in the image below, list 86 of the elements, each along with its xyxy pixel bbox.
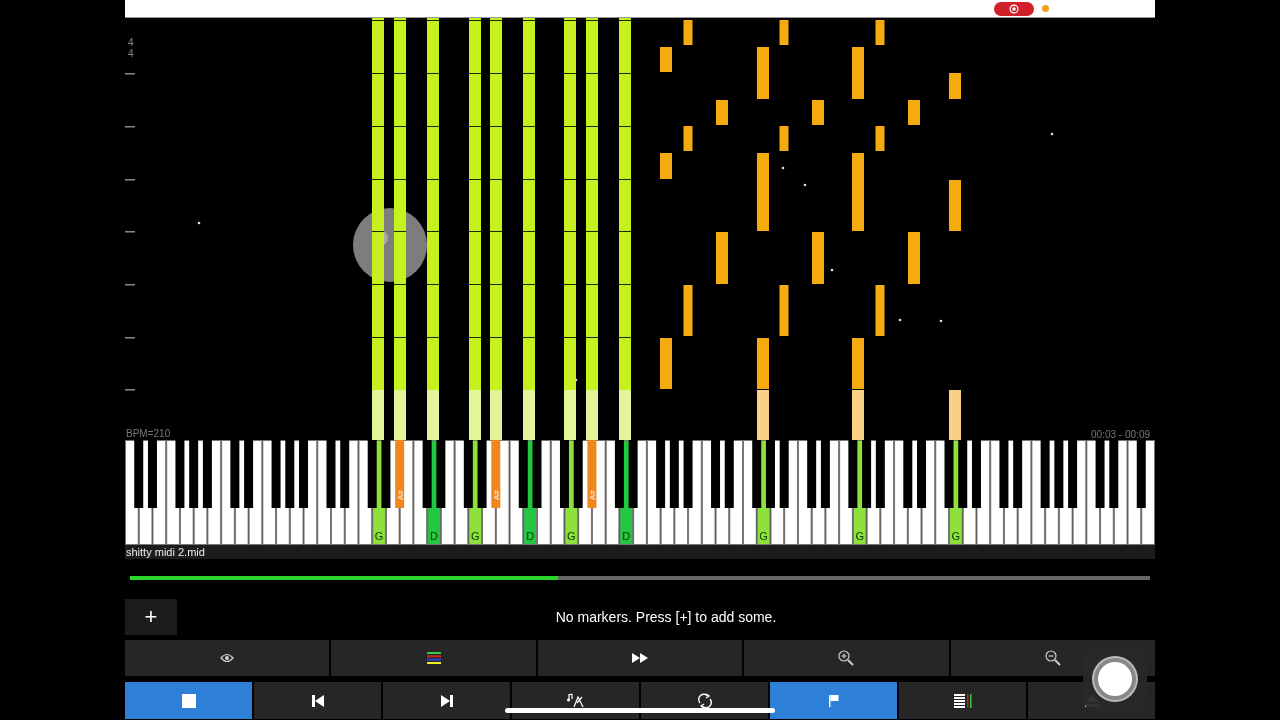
next-button[interactable]: [383, 682, 510, 719]
piano-key[interactable]: [1127, 440, 1142, 545]
recording-indicator[interactable]: [994, 1, 1034, 16]
file-name: shitty midi 2.mid: [125, 546, 205, 558]
key-label: G: [567, 530, 576, 542]
piano-key[interactable]: [1040, 440, 1050, 508]
zoom-in-icon: [838, 650, 855, 666]
piano-key[interactable]: [271, 440, 281, 508]
piano-key[interactable]: [669, 440, 679, 508]
key-label: A#: [395, 490, 405, 500]
key-label: D: [526, 530, 535, 542]
key-label: G: [951, 530, 961, 542]
piano-key[interactable]: [422, 440, 432, 508]
piano-key[interactable]: [917, 440, 927, 508]
piano-key[interactable]: [518, 440, 528, 508]
piano-key[interactable]: [958, 440, 968, 508]
piano-key[interactable]: [436, 440, 446, 508]
piano-key[interactable]: [454, 440, 469, 545]
fast-forward-icon: [632, 653, 648, 663]
piano-key[interactable]: [971, 440, 981, 508]
piano-key[interactable]: [820, 440, 830, 508]
key-label: G: [759, 530, 768, 542]
piano-key[interactable]: [367, 440, 377, 508]
piano-key[interactable]: [559, 440, 569, 508]
piano-key[interactable]: [285, 440, 295, 508]
piano-key[interactable]: [463, 440, 473, 508]
piano-key[interactable]: [1136, 440, 1146, 508]
piano-key[interactable]: [779, 440, 789, 508]
piano-key[interactable]: [1013, 440, 1023, 508]
piano-key[interactable]: [807, 440, 817, 508]
loop-icon: [696, 692, 713, 709]
piano-key[interactable]: [1068, 440, 1078, 508]
piano-key[interactable]: [724, 440, 734, 508]
piano-key[interactable]: [1109, 440, 1119, 508]
piano-key[interactable]: [862, 440, 872, 508]
piano-key[interactable]: [614, 440, 624, 508]
piano-key[interactable]: [147, 440, 157, 508]
piano-key[interactable]: [752, 440, 762, 508]
eye-icon: [220, 653, 235, 663]
piano-key[interactable]: [573, 440, 583, 508]
stop-icon: [181, 693, 196, 708]
piano-key[interactable]: [1054, 440, 1064, 508]
list-button[interactable]: [899, 682, 1026, 719]
key-label: G: [855, 530, 864, 542]
piano-key[interactable]: [509, 440, 524, 545]
piano-key[interactable]: [189, 440, 199, 508]
tracks-icon: [426, 652, 441, 664]
key-label: D: [430, 530, 438, 542]
piano-key[interactable]: [340, 440, 350, 508]
piano-key[interactable]: [230, 440, 240, 508]
zoom-out-icon: [1044, 650, 1061, 666]
piano-key[interactable]: [999, 440, 1009, 508]
list-icon: [953, 693, 972, 708]
piano-key[interactable]: [202, 440, 212, 508]
piano-key[interactable]: [683, 440, 693, 508]
progress-track[interactable]: [130, 576, 1150, 580]
time-signature-denominator: 4: [128, 48, 134, 59]
piano-key[interactable]: [903, 440, 913, 508]
tracks-button[interactable]: [331, 640, 536, 676]
piano-key[interactable]: [875, 440, 885, 508]
key-label: D: [622, 530, 631, 542]
key-label: G: [374, 530, 384, 542]
piano-key[interactable]: [299, 440, 309, 508]
piano-key[interactable]: [605, 440, 620, 545]
piano-key[interactable]: [175, 440, 185, 508]
piano-key[interactable]: [134, 440, 144, 508]
piano-key[interactable]: [1095, 440, 1105, 508]
time-signature-numerator: 4: [128, 37, 134, 48]
time-label: 00:03 - 00:09: [1091, 429, 1150, 440]
piano-key[interactable]: [765, 440, 775, 508]
stop-button[interactable]: [125, 682, 252, 719]
key-label: G: [470, 530, 480, 542]
key-label: A#: [587, 490, 597, 500]
piano-key[interactable]: [244, 440, 254, 508]
piano-key[interactable]: [550, 440, 565, 545]
add-marker-button[interactable]: +: [125, 599, 177, 635]
flag-icon: [828, 694, 839, 707]
piano-key[interactable]: [656, 440, 666, 508]
skip-forward-icon: [440, 694, 453, 707]
piano-key[interactable]: [381, 440, 391, 508]
tempo-label: BPM=210: [126, 428, 171, 439]
skip-back-icon: [311, 694, 324, 707]
piano-key[interactable]: [711, 440, 721, 508]
music-notes-icon: [565, 692, 586, 709]
key-label: A#: [491, 490, 501, 500]
markers-message: No markers. Press [+] to add some.: [554, 609, 778, 625]
